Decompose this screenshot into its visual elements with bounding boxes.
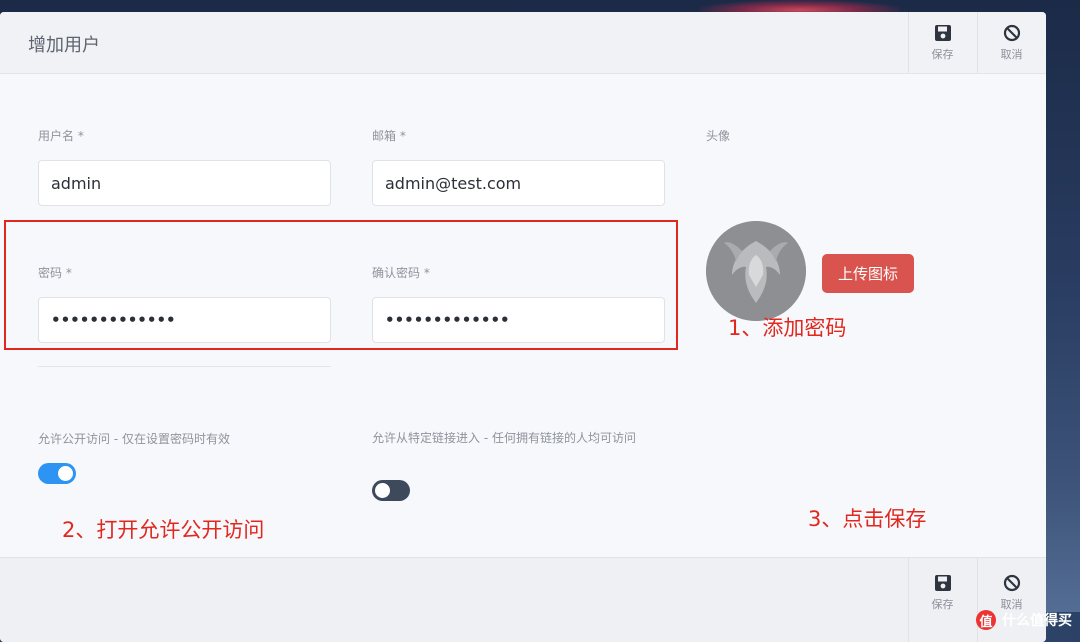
toggle-knob bbox=[58, 466, 73, 481]
watermark-text: 什么值得买 bbox=[1002, 613, 1072, 629]
toggle-knob bbox=[375, 483, 390, 498]
annotation-highlight-box bbox=[4, 220, 678, 350]
floppy-disk-icon bbox=[934, 575, 951, 591]
annotation-step2: 2、打开允许公开访问 bbox=[62, 518, 265, 542]
link-access-label: 允许从特定链接进入 - 任何拥有链接的人均可访问 bbox=[372, 431, 636, 445]
email-label: 邮箱 * bbox=[372, 129, 406, 143]
link-access-toggle[interactable] bbox=[372, 480, 410, 501]
save-button-label: 保存 bbox=[931, 48, 954, 61]
dialog-footer: 保存 取消 bbox=[0, 557, 1046, 642]
prohibited-circle-icon bbox=[1003, 24, 1020, 42]
annotation-step1: 1、添加密码 bbox=[728, 316, 847, 340]
avatar bbox=[706, 221, 806, 321]
divider bbox=[38, 366, 331, 367]
prohibited-circle-icon bbox=[1003, 574, 1020, 592]
public-access-label: 允许公开访问 - 仅在设置密码时有效 bbox=[38, 432, 230, 446]
footer-save-button[interactable]: 保存 bbox=[908, 558, 976, 642]
helmet-logo-icon bbox=[706, 221, 806, 321]
watermark-logo-icon: 值 bbox=[976, 610, 996, 630]
annotation-step3: 3、点击保存 bbox=[808, 507, 927, 531]
save-button[interactable]: 保存 bbox=[908, 12, 976, 74]
upload-icon-button[interactable]: 上传图标 bbox=[822, 254, 914, 293]
public-access-toggle[interactable] bbox=[38, 463, 76, 484]
watermark: 值 什么值得买 bbox=[976, 610, 1072, 630]
dialog-title: 增加用户 bbox=[28, 35, 100, 56]
dialog-header: 增加用户 保存 取消 bbox=[0, 12, 1046, 74]
avatar-label: 头像 bbox=[706, 129, 731, 143]
footer-save-label: 保存 bbox=[931, 598, 954, 611]
username-field[interactable]: admin bbox=[38, 160, 331, 206]
cancel-button-label: 取消 bbox=[1000, 48, 1023, 61]
email-field[interactable]: admin@test.com bbox=[372, 160, 665, 206]
username-label: 用户名 * bbox=[38, 129, 84, 143]
cancel-button[interactable]: 取消 bbox=[977, 12, 1045, 74]
floppy-disk-icon bbox=[934, 25, 951, 41]
